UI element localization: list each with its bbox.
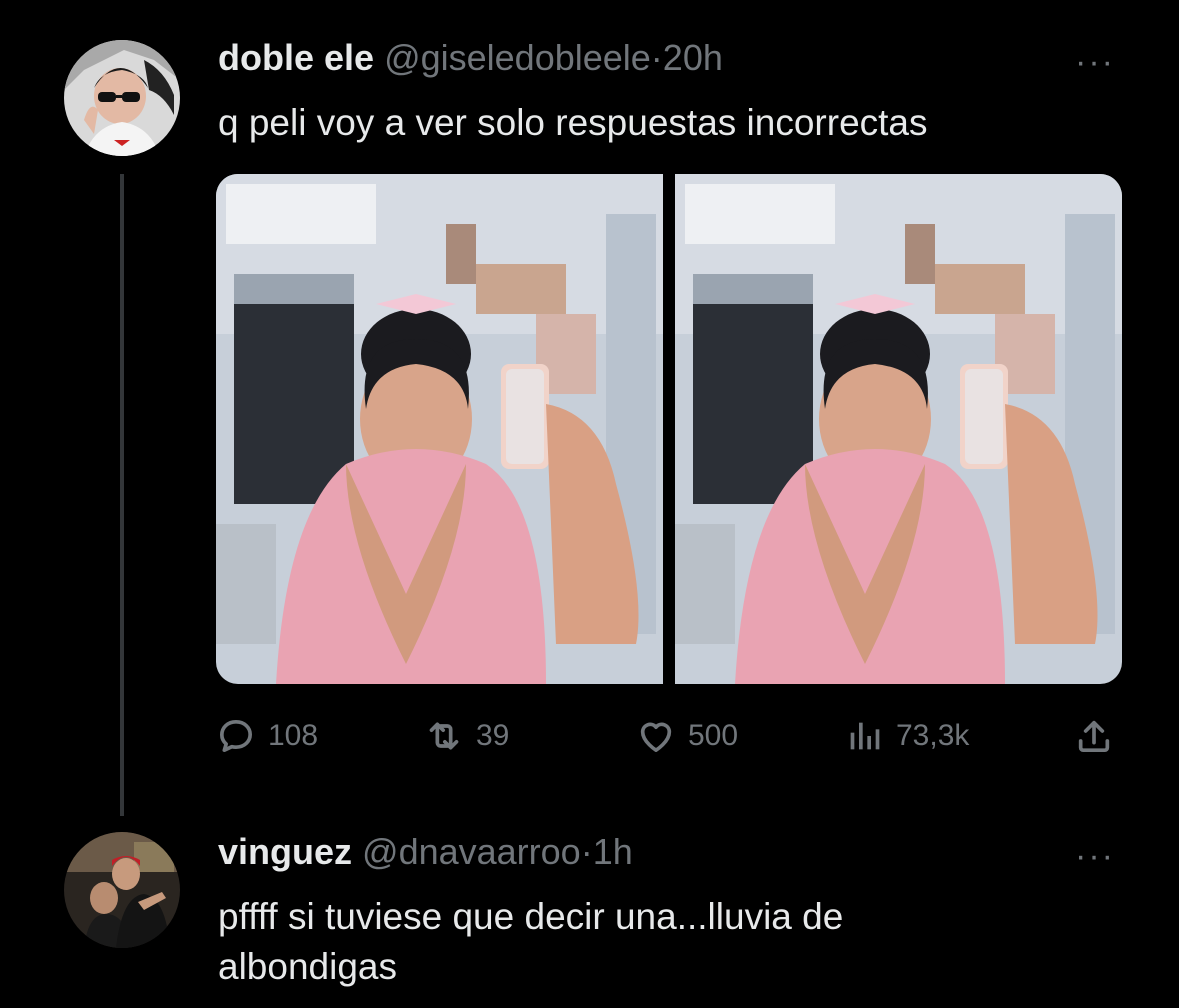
tweet-header: doble ele @giseledobleele·20h (218, 36, 723, 80)
retweet-count: 39 (476, 719, 510, 752)
user-handle[interactable]: @giseledobleele (384, 37, 651, 78)
tweet-actions: 108 39 500 73,3k (216, 708, 1122, 764)
display-name[interactable]: vinguez (218, 831, 352, 872)
share-icon (1078, 720, 1110, 752)
avatar[interactable] (64, 832, 180, 948)
heart-icon (640, 722, 672, 752)
timestamp[interactable]: 1h (593, 831, 633, 872)
tweet-text: q peli voy a ver solo respuestas incorre… (218, 102, 928, 143)
user-handle[interactable]: @dnavaarroo (362, 831, 581, 872)
tweet-header: vinguez @dnavaarroo·1h (218, 830, 633, 874)
more-icon[interactable]: ··· (1075, 839, 1115, 873)
views-icon (850, 722, 880, 750)
avatar[interactable] (64, 40, 180, 156)
reply-button[interactable]: 108 (216, 708, 318, 764)
separator-dot: · (650, 37, 663, 78)
media-photo-right[interactable] (675, 174, 1122, 684)
more-icon[interactable]: ··· (1075, 45, 1115, 79)
retweet-icon (429, 722, 459, 750)
share-button[interactable] (1074, 708, 1114, 764)
tweet-original[interactable]: doble ele @giseledobleele·20h ··· q peli… (0, 0, 1179, 816)
timestamp[interactable]: 20h (663, 37, 723, 78)
like-count: 500 (688, 719, 739, 752)
tweet-reply[interactable]: vinguez @dnavaarroo·1h ··· pffff si tuvi… (0, 800, 1179, 1008)
media-photo-left[interactable] (216, 174, 663, 684)
display-name[interactable]: doble ele (218, 37, 374, 78)
separator-dot: · (580, 831, 593, 872)
media-grid[interactable] (216, 174, 1122, 684)
reply-count: 108 (268, 719, 319, 752)
tweet-text: pffff si tuviese que decir una...lluvia … (218, 896, 844, 987)
view-count: 73,3k (896, 719, 970, 752)
like-button[interactable]: 500 (636, 708, 738, 764)
retweet-button[interactable]: 39 (424, 708, 509, 764)
thread-connector (120, 174, 124, 816)
views-button[interactable]: 73,3k (844, 708, 969, 764)
reply-icon (220, 720, 253, 752)
